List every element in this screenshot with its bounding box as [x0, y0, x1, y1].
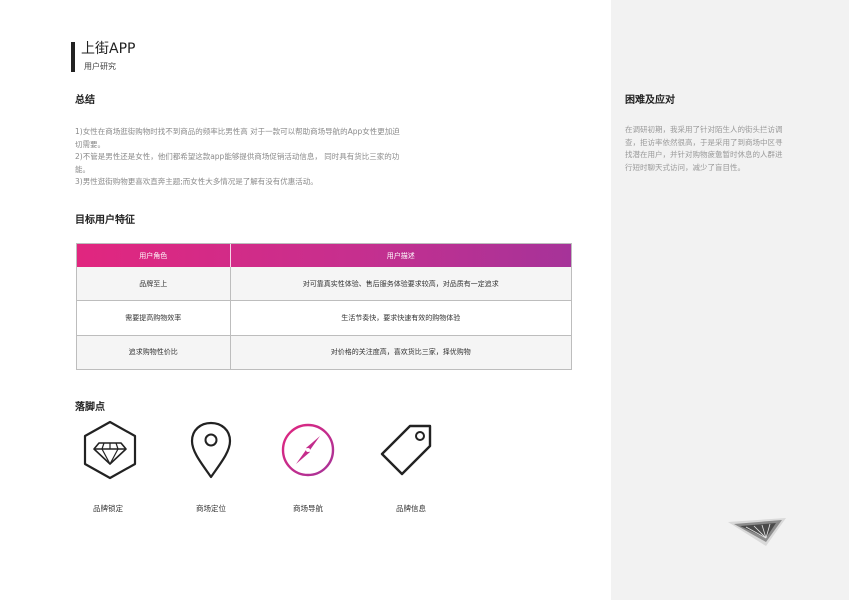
features-heading: 落脚点	[75, 402, 105, 413]
role-cell: 追求购物性价比	[77, 335, 231, 369]
table-row: 追求购物性价比 对价格的关注度高，喜欢货比三家，择优购物	[77, 335, 571, 369]
diamond-hexagon-icon	[83, 420, 137, 480]
summary-line: 2)不管是男性还是女性，他们都希望这款app能够提供商场促销活动信息， 同时具有…	[75, 152, 400, 174]
difficulties-heading: 困难及应对	[625, 95, 675, 106]
summary-text: 1)女性在商场逛街购物时找不到商品的频率比男性高 对于一款可以帮助商场导航的Ap…	[75, 126, 405, 189]
location-pin-icon	[190, 421, 232, 479]
price-tag-icon	[380, 424, 432, 476]
description-cell: 生活节奏快，要求快速有效的购物体验	[230, 300, 571, 336]
summary-line: 1)女性在商场逛街购物时找不到商品的频率比男性高 对于一款可以帮助商场导航的Ap…	[75, 127, 400, 149]
feature-label: 品牌锁定	[93, 504, 123, 513]
column-header-role: 用户角色	[77, 244, 231, 267]
table-header-row: 用户角色 用户描述	[77, 244, 571, 267]
right-panel	[611, 0, 849, 600]
description-cell: 对可靠真实性体验、售后服务体验要求较高，对品质有一定追求	[230, 267, 571, 302]
role-cell: 品牌至上	[77, 267, 231, 302]
summary-heading: 总结	[75, 95, 95, 106]
column-header-description: 用户描述	[386, 251, 415, 260]
summary-line: 3)男性逛街购物更喜欢直奔主题;而女性大多情况是了解有没有优惠活动。	[75, 177, 318, 186]
decorative-corner-graphic	[728, 518, 786, 546]
page-title: 上街APP	[81, 41, 136, 57]
description-cell: 对价格的关注度高，喜欢货比三家，择优购物	[330, 348, 471, 357]
title-accent-bar	[71, 42, 75, 72]
target-users-heading: 目标用户特征	[75, 215, 135, 226]
feature-label: 商场导航	[293, 504, 323, 513]
user-table: 用户角色 用户描述 品牌至上 对可靠真实性体验、售后服务体验要求较高，对品质有一…	[76, 243, 572, 370]
difficulties-text: 在调研初期，我采用了针对陌生人的街头拦访调查，拒访率依然很高，于是采用了到商场中…	[625, 125, 783, 172]
page-subtitle: 用户研究	[84, 62, 116, 71]
table-row: 需要提高购物效率 生活节奏快，要求快速有效的购物体验	[77, 300, 571, 336]
feature-label: 品牌信息	[396, 504, 426, 513]
feature-label: 商场定位	[196, 504, 226, 513]
compass-icon	[281, 423, 335, 477]
role-cell: 需要提高购物效率	[77, 300, 231, 336]
table-row: 品牌至上 对可靠真实性体验、售后服务体验要求较高，对品质有一定追求	[77, 267, 571, 302]
